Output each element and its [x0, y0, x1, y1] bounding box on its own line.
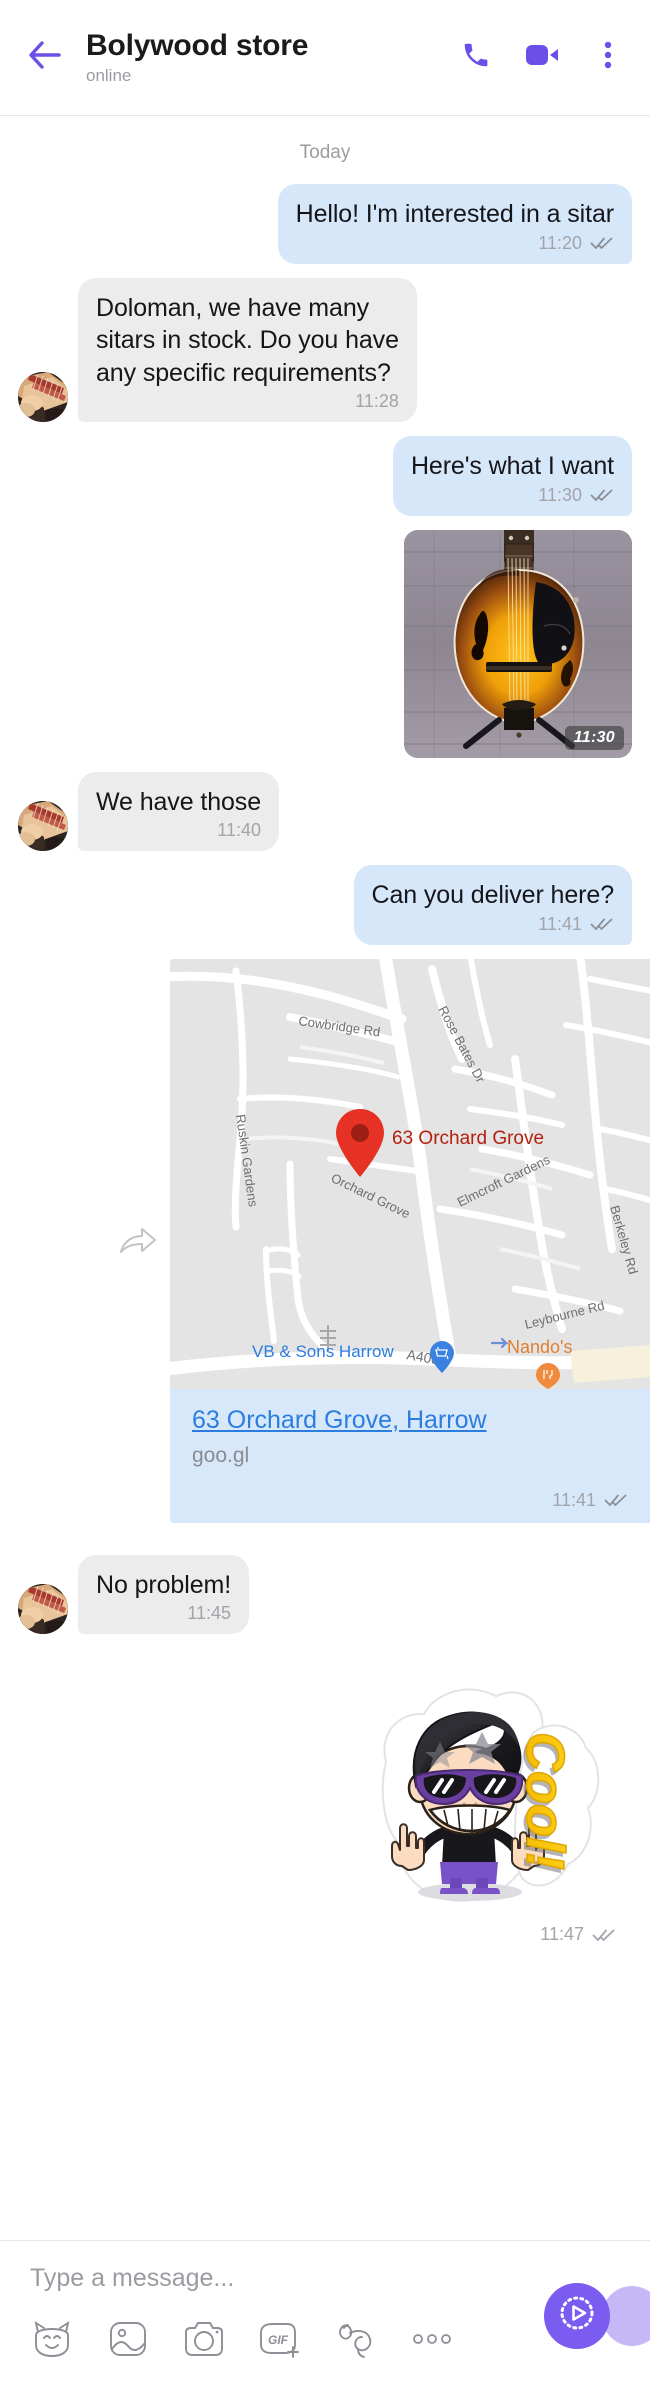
link-domain: goo.gl — [192, 1443, 250, 1467]
message-text: Hello! I'm interested in a sitar — [295, 200, 614, 228]
message-time: 11:40 — [217, 820, 262, 840]
map-image: Cowbridge Rd Rose Bates Dr Ruskin Garden… — [170, 958, 650, 1389]
message-row: Hello! I'm interested in a sitar 11:20 — [0, 184, 650, 264]
message-meta: 11:41 — [372, 914, 615, 935]
link-preview-body: 63 Orchard Grove, Harrow goo.gl — [170, 1388, 650, 1480]
back-button[interactable] — [18, 31, 72, 85]
double-check-icon — [592, 1927, 616, 1943]
svg-text:Cool!: Cool! — [515, 1732, 575, 1870]
message-text: Can you deliver here? — [371, 881, 615, 909]
message-meta: 11:30 — [411, 485, 614, 506]
double-check-icon — [604, 1492, 628, 1508]
more-options-button[interactable] — [588, 38, 628, 78]
gallery-button[interactable] — [106, 2319, 150, 2363]
map-preview[interactable]: Cowbridge Rd Rose Bates Dr Ruskin Garden… — [170, 958, 650, 1389]
message-bubble-incoming[interactable]: Doloman, we have many sitars in stock. D… — [78, 277, 417, 422]
message-row: Here's what I want 11:30 — [0, 436, 650, 516]
voice-call-button[interactable] — [456, 38, 496, 78]
message-meta: 11:41 — [170, 1479, 650, 1523]
cool-sticker: Cool! Cool! — [381, 1688, 600, 1903]
double-check-icon — [590, 487, 614, 503]
message-bubble-outgoing[interactable]: Can you deliver here? 11:41 — [353, 865, 632, 945]
message-time: 11:30 — [538, 484, 582, 505]
video-call-button[interactable] — [522, 38, 562, 78]
message-time: 11:28 — [355, 391, 399, 411]
day-divider: Today — [299, 142, 351, 163]
photo-message[interactable]: 11:30 — [404, 529, 632, 758]
sticker-message[interactable]: Cool! Cool! — [358, 1670, 608, 1920]
sticker-button[interactable] — [30, 2319, 74, 2363]
svg-text:GIF: GIF — [268, 2333, 289, 2347]
message-text: We have those — [96, 787, 262, 816]
message-time: 11:45 — [187, 1603, 232, 1624]
message-meta: 11:47 — [0, 1924, 650, 1945]
mandolin-photo — [404, 529, 632, 758]
message-time: 11:20 — [538, 232, 582, 253]
message-row: No problem! 11:45 — [0, 1554, 650, 1635]
image-icon — [107, 2319, 149, 2364]
message-time: 11:41 — [538, 913, 582, 934]
send-area — [544, 2282, 650, 2349]
gif-plus-icon: GIF — [257, 2319, 303, 2364]
avatar[interactable] — [18, 1584, 68, 1635]
cat-sticker-icon — [31, 2319, 73, 2364]
message-row: Cowbridge Rd Rose Bates Dr Ruskin Garden… — [0, 958, 650, 1523]
chat-identity[interactable]: Bolywood store online — [86, 29, 446, 85]
svg-text:VB & Sons Harrow: VB & Sons Harrow — [252, 1342, 394, 1361]
message-thread: Today Hello! I'm interested in a sitar 1… — [0, 116, 650, 2240]
message-time: 11:47 — [540, 1924, 584, 1945]
gif-button[interactable]: GIF — [258, 2319, 302, 2363]
message-bubble-incoming[interactable]: We have those 11:40 — [78, 771, 280, 851]
message-bubble-outgoing[interactable]: Here's what I want 11:30 — [392, 436, 632, 516]
avatar[interactable] — [18, 372, 68, 422]
play-dotted-icon — [554, 2290, 600, 2341]
chat-screen: Bolywood store online Today Hello! I'm i… — [0, 0, 650, 2390]
camera-icon — [182, 2319, 226, 2364]
message-text: No problem! — [96, 1570, 232, 1599]
chat-header: Bolywood store online — [0, 0, 650, 116]
double-check-icon — [590, 916, 614, 932]
link-title[interactable]: 63 Orchard Grove, Harrow — [192, 1405, 487, 1436]
avatar[interactable] — [18, 801, 68, 851]
svg-text:63 Orchard Grove: 63 Orchard Grove — [392, 1128, 544, 1149]
header-actions — [446, 38, 628, 78]
message-meta: 11:20 — [296, 233, 614, 254]
more-tools-button[interactable] — [410, 2319, 454, 2363]
message-meta: 11:45 — [96, 1603, 231, 1624]
three-dots-vertical-icon — [603, 40, 613, 75]
message-text: Here's what I want — [410, 452, 614, 480]
message-row: Doloman, we have many sitars in stock. D… — [0, 277, 650, 422]
sticker-word: Cool! Cool! — [512, 1732, 576, 1875]
doodle-button[interactable] — [334, 2319, 378, 2363]
video-camera-icon — [525, 42, 559, 73]
message-row: Can you deliver here? 11:41 — [0, 865, 650, 945]
forward-arrow-icon[interactable] — [114, 1218, 160, 1264]
scribble-icon — [334, 2319, 378, 2364]
send-voice-button[interactable] — [544, 2282, 610, 2349]
svg-text:Nando's: Nando's — [507, 1337, 572, 1357]
phone-icon — [461, 40, 491, 75]
map-link-message[interactable]: Cowbridge Rd Rose Bates Dr Ruskin Garden… — [170, 958, 650, 1523]
message-time: 11:41 — [552, 1489, 596, 1510]
message-composer: GIF — [0, 2240, 650, 2390]
double-check-icon — [590, 235, 614, 251]
message-row: We have those 11:40 — [0, 771, 650, 851]
message-input[interactable] — [0, 2263, 440, 2293]
message-row: 11:30 — [0, 529, 650, 758]
message-bubble-outgoing[interactable]: Hello! I'm interested in a sitar 11:20 — [277, 184, 632, 264]
message-row: Cool! Cool! — [0, 1670, 650, 1920]
message-bubble-incoming[interactable]: No problem! 11:45 — [78, 1554, 250, 1635]
page-title: Bolywood store — [86, 29, 309, 63]
presence-status: online — [86, 65, 132, 85]
photo-timestamp: 11:30 — [564, 725, 624, 750]
message-text: Doloman, we have many sitars in stock. D… — [96, 293, 399, 387]
message-meta: 11:28 — [96, 391, 399, 412]
camera-button[interactable] — [182, 2319, 226, 2363]
message-meta: 11:40 — [96, 820, 261, 841]
three-dots-horizontal-icon — [412, 2332, 452, 2351]
arrow-left-icon — [28, 40, 62, 75]
